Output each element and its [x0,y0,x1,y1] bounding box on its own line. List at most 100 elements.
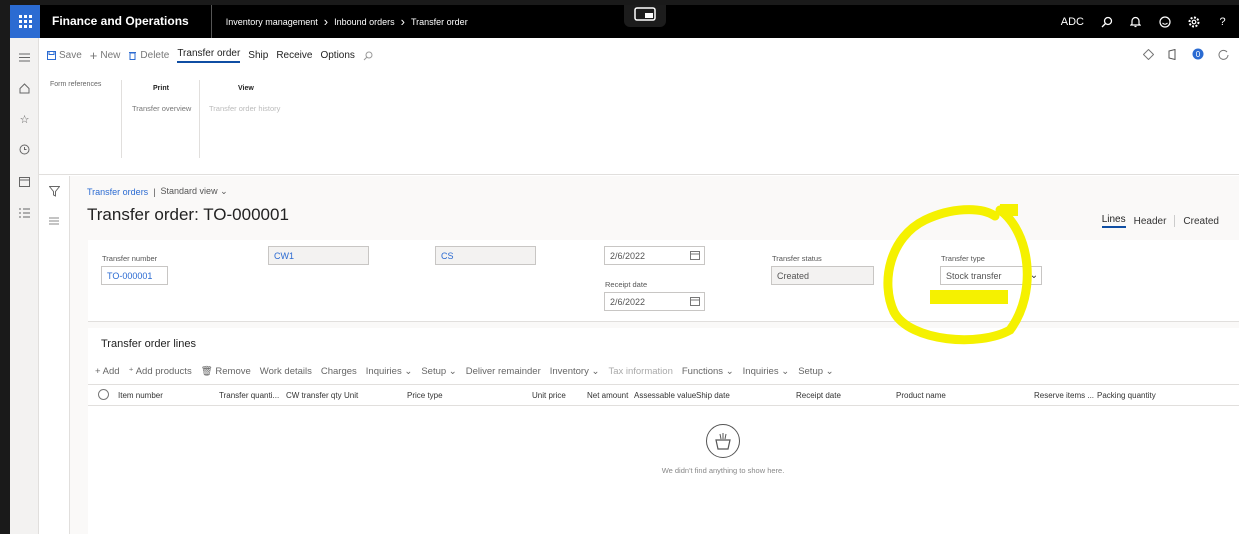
company-picker[interactable]: ADC [1061,16,1084,28]
tab-lines[interactable]: Lines [1101,214,1126,228]
waffle-icon [18,15,32,28]
crumb-inventory-management[interactable]: Inventory management [226,17,318,27]
setup-menu[interactable]: Setup ⌄ [421,366,456,377]
lines-toolbar: + Add ⁺ Add products 🗑︎ Remove Work deta… [95,366,1239,377]
search-icon[interactable] [1100,15,1113,28]
crumb-inbound-orders[interactable]: Inbound orders [334,17,395,27]
app-name[interactable]: Finance and Operations [40,5,212,38]
tax-information-button[interactable]: Tax information [608,366,672,377]
transfer-orders-link[interactable]: Transfer orders [87,187,148,197]
help-icon[interactable]: ? [1216,15,1229,28]
modules-icon[interactable] [18,206,31,219]
gear-icon[interactable] [1187,15,1200,28]
office-icon[interactable] [1168,48,1178,63]
charges-button[interactable]: Charges [321,366,357,377]
col-item-number[interactable]: Item number [118,391,163,400]
trash-icon: 🗑︎ [200,366,216,377]
add-line-button[interactable]: + Add [95,366,120,377]
col-receipt-date[interactable]: Receipt date [796,391,841,400]
save-button[interactable]: Save [47,50,82,61]
new-button[interactable]: + New [90,49,121,62]
transfer-type-dropdown-button[interactable]: ⌄ [1026,266,1042,285]
top-breadcrumb: Inventory management › Inbound orders › … [212,14,468,29]
from-warehouse-field[interactable]: CW1 [268,246,369,265]
diamond-icon[interactable] [1142,48,1155,63]
col-cw-transfer-qty[interactable]: CW transfer qty [286,391,342,400]
col-net-amount[interactable]: Net amount [587,391,628,400]
col-packing-quantity[interactable]: Packing quantity [1097,391,1156,400]
functions-menu[interactable]: Functions ⌄ [682,366,734,377]
inquiries-menu-2[interactable]: Inquiries ⌄ [743,366,790,377]
app-launcher-button[interactable] [10,5,40,38]
col-unit[interactable]: Unit [344,391,358,400]
tab-divider [1174,215,1176,227]
list-menu-icon[interactable] [49,216,59,228]
tab-options[interactable]: Options [320,50,354,61]
breadcrumb-separator: | [153,186,156,197]
view-selector[interactable]: Standard view ⌄ [161,186,228,197]
tab-transfer-order[interactable]: Transfer order [177,48,241,63]
print-group-label: Print [153,85,169,92]
to-warehouse-field[interactable]: CS [435,246,536,265]
ship-date-field[interactable]: 2/6/2022 [604,246,705,265]
transfer-overview-button[interactable]: Transfer overview [132,104,191,113]
crumb-transfer-order[interactable]: Transfer order [411,17,468,27]
transfer-type-select[interactable]: Stock transfer [940,266,1027,285]
chevron-down-icon: ⌄ [1029,269,1039,281]
transfer-number-field[interactable]: TO-000001 [101,266,168,285]
inquiries-label: Inquiries [365,366,402,377]
tab-ship[interactable]: Ship [248,50,268,61]
transfer-status-field[interactable]: Created [771,266,874,285]
tab-header[interactable]: Header [1134,216,1167,227]
form-references-button[interactable]: Form references [50,81,101,88]
chevron-down-icon: ⌄ [825,366,834,377]
trash-icon [129,52,137,60]
breadcrumb: Transfer orders | Standard view ⌄ [87,186,228,197]
workspaces-icon[interactable] [18,175,31,188]
tab-receive[interactable]: Receive [276,50,312,61]
content-area: Transfer orders | Standard view ⌄ Transf… [39,176,1239,534]
bell-icon[interactable] [1129,15,1142,28]
plus-icon: + [95,366,103,377]
setup-menu-2[interactable]: Setup ⌄ [798,366,833,377]
functions-label: Functions [681,366,724,377]
action-strip: Save + New Delete Transfer order Ship Re… [47,48,373,63]
refresh-icon[interactable] [1218,49,1229,63]
col-ship-date[interactable]: Ship date [696,391,730,400]
chevron-down-icon: ⌄ [725,366,734,377]
delete-button[interactable]: Delete [128,50,169,61]
topbar-right: ADC ? [1061,5,1229,38]
hamburger-menu-icon[interactable] [18,51,31,64]
transfer-order-history-button[interactable]: Transfer order history [209,104,280,113]
col-transfer-quantity[interactable]: Transfer quanti... [219,391,279,400]
clock-icon[interactable] [18,143,31,156]
select-all-radio[interactable] [98,389,109,400]
smiley-icon[interactable] [1158,15,1171,28]
chevron-down-icon: ⌄ [781,366,790,377]
col-assessable-value[interactable]: Assessable value [634,391,696,400]
work-details-button[interactable]: Work details [260,366,312,377]
add-products-button[interactable]: ⁺ Add products [129,366,192,377]
chevron-down-icon: ⌄ [448,366,457,377]
calendar-icon[interactable] [690,296,700,306]
tab-created[interactable]: Created [1183,216,1219,227]
deliver-remainder-button[interactable]: Deliver remainder [466,366,541,377]
filter-icon[interactable] [48,186,61,200]
star-icon[interactable]: ☆ [18,113,31,126]
inquiries-menu[interactable]: Inquiries ⌄ [366,366,413,377]
col-price-type[interactable]: Price type [407,391,443,400]
col-reserve-items[interactable]: Reserve items ... [1034,391,1094,400]
receipt-date-label: Receipt date [605,280,648,289]
notification-badge-icon[interactable]: 0 [1192,48,1204,63]
chevron-right-icon: › [323,14,329,29]
calendar-icon[interactable] [690,250,700,260]
col-product-name[interactable]: Product name [896,391,946,400]
inventory-menu[interactable]: Inventory ⌄ [550,366,600,377]
search-icon[interactable] [363,51,373,61]
col-unit-price[interactable]: Unit price [532,391,566,400]
remove-button[interactable]: 🗑︎ Remove [201,366,251,377]
home-icon[interactable] [18,82,31,95]
left-nav-rail: ☆ [10,38,39,534]
svg-text:0: 0 [1196,50,1201,59]
receipt-date-field[interactable]: 2/6/2022 [604,292,705,311]
